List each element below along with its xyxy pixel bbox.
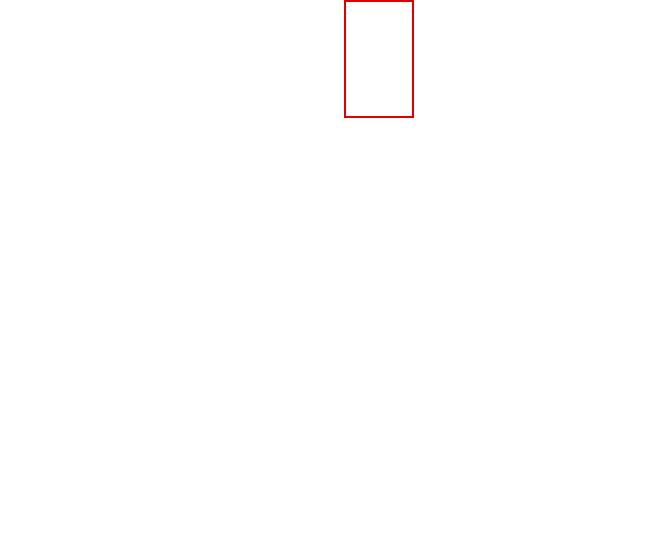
blank-line [4,22,643,40]
coef-header-row [4,4,643,22]
coef-header [332,4,402,22]
coef-table [4,4,643,22]
coef-header [272,4,332,22]
coef-header [192,4,272,22]
coef-header [402,4,492,22]
coef-header-blank [4,4,112,22]
coef-header [112,4,192,22]
coef-header [492,4,582,22]
